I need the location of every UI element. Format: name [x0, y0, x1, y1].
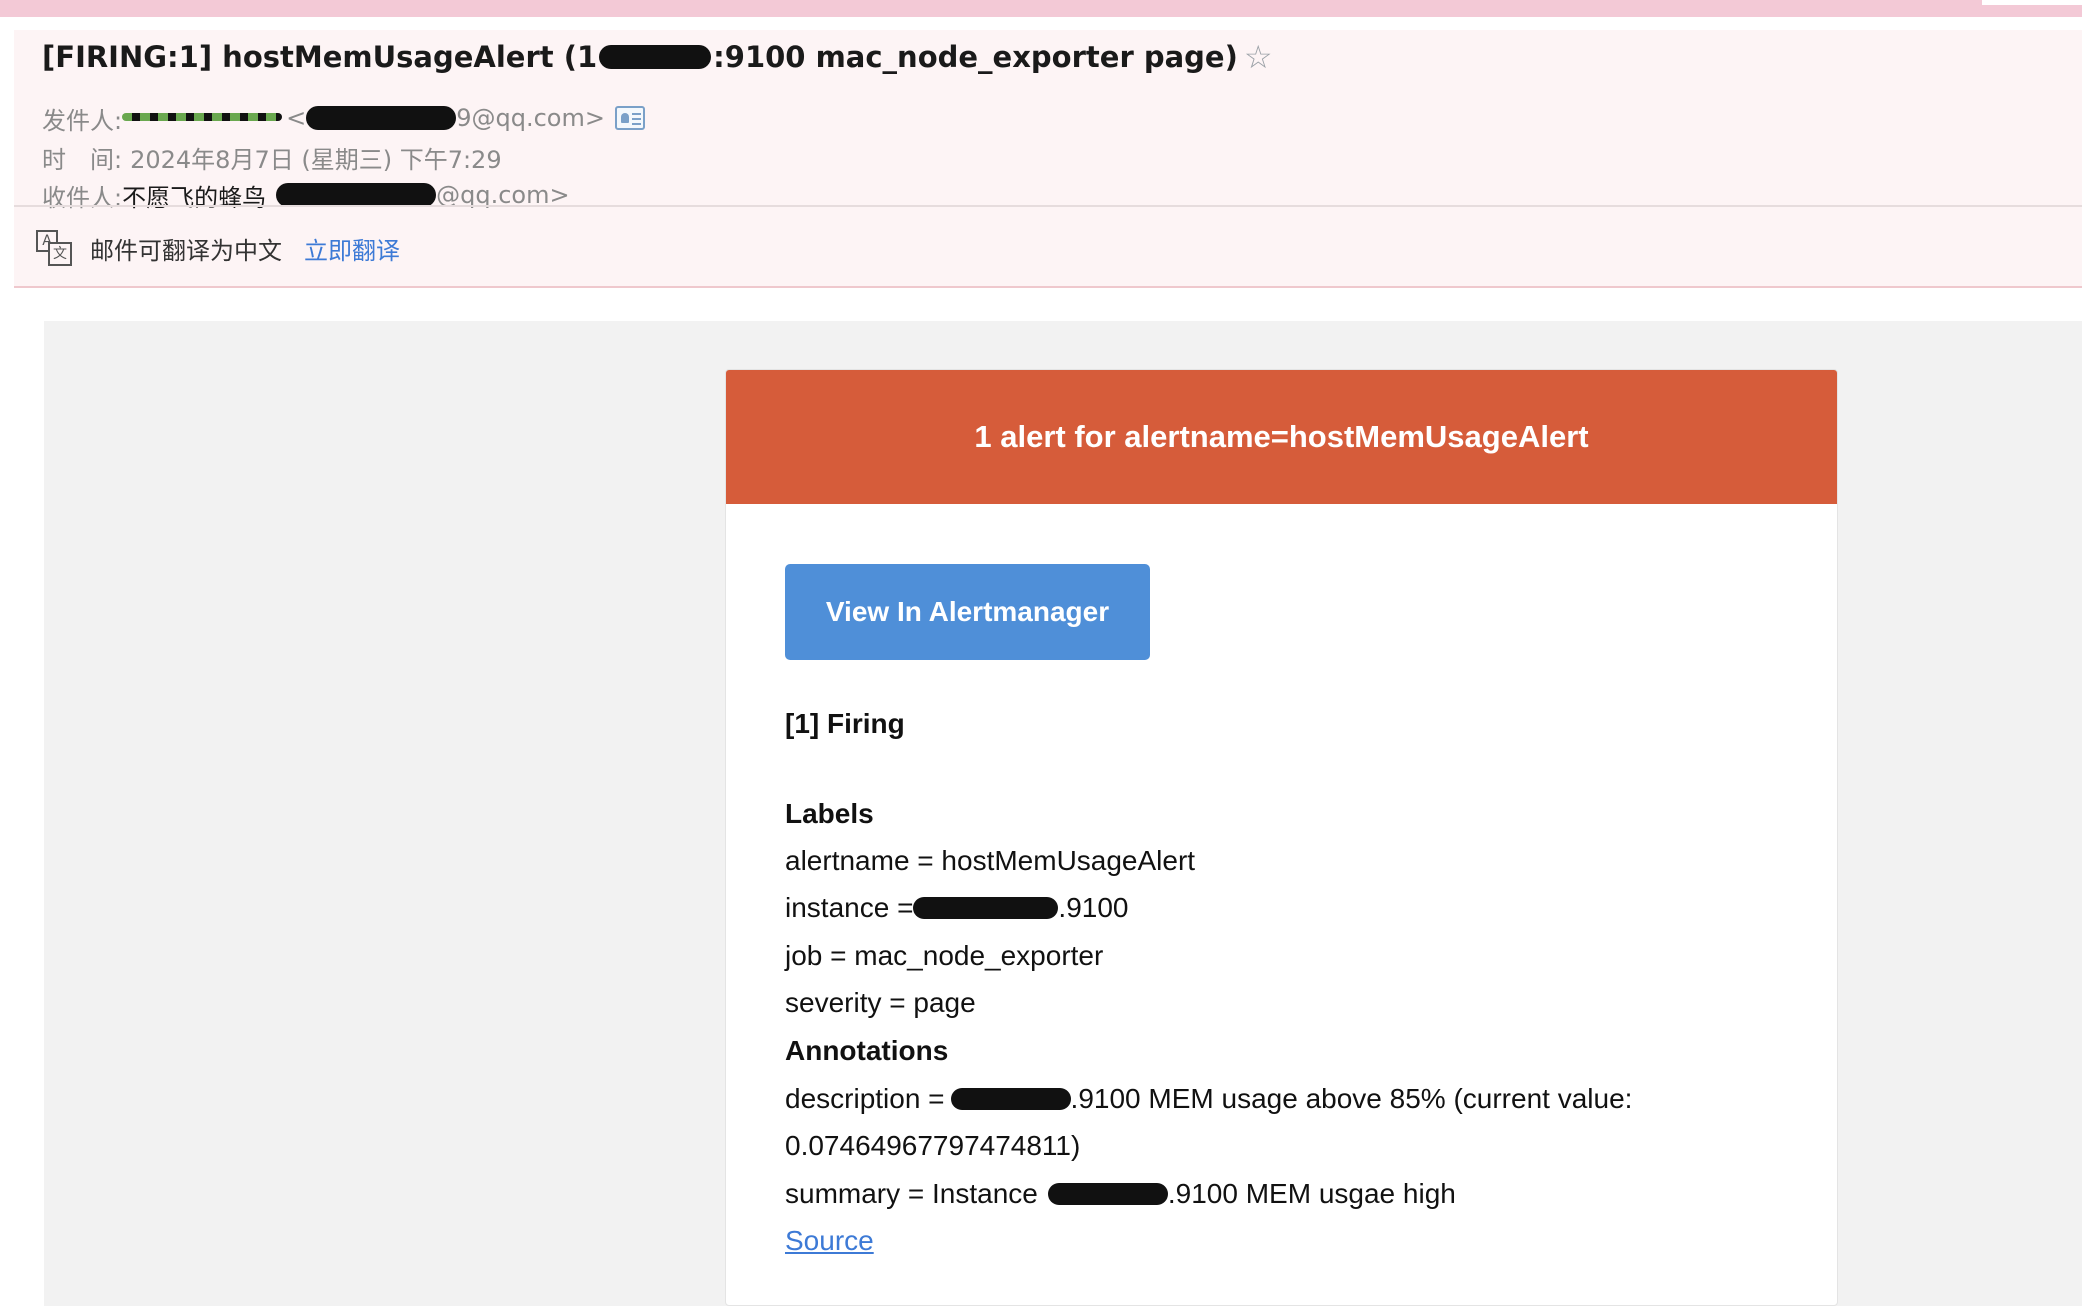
redacted-ip	[599, 45, 712, 69]
redacted-sender-address	[306, 106, 457, 130]
annotation-description-suffix: .9100 MEM usage above 85% (current value…	[1070, 1083, 1633, 1114]
redacted-description-instance	[950, 1088, 1071, 1110]
contact-card-icon[interactable]	[614, 106, 645, 130]
redacted-summary-instance	[1047, 1183, 1168, 1205]
mail-header: [FIRING:1] hostMemUsageAlert (1 :9100 ma…	[14, 30, 2082, 288]
translate-now-link[interactable]: 立即翻译	[304, 231, 400, 266]
star-icon[interactable]: ☆	[1244, 38, 1273, 76]
label-job: job = mac_node_exporter	[785, 940, 1104, 971]
source-link[interactable]: Source	[785, 1225, 874, 1257]
window-top-strip	[0, 0, 2082, 17]
redacted-recipient-address	[276, 183, 437, 207]
label-severity: severity = page	[785, 987, 976, 1018]
time-label: 时 间:	[42, 145, 123, 174]
subject-suffix: :9100 mac_node_exporter page)	[713, 40, 1238, 74]
translate-text: 邮件可翻译为中文	[90, 236, 282, 265]
label-instance: instance = .9100	[785, 888, 1129, 928]
header-divider	[14, 205, 2082, 207]
to-label: 收件人:	[42, 183, 123, 212]
label-alertname: alertname = hostMemUsageAlert	[785, 845, 1196, 876]
annotation-description-prefix: description =	[785, 1083, 945, 1114]
from-address[interactable]: 9@qq.com>	[456, 104, 605, 132]
translate-icon: A 文	[36, 230, 72, 266]
label-instance-suffix: .9100	[1058, 892, 1129, 923]
from-sender-open: <	[286, 104, 307, 132]
email-subject: [FIRING:1] hostMemUsageAlert (1 :9100 ma…	[42, 34, 1273, 80]
redacted-sender-name	[122, 107, 283, 129]
annotation-description: description = .9100 MEM usage above 85% …	[785, 1079, 1632, 1119]
firing-heading: [1] Firing	[785, 708, 905, 739]
to-row: 收件人: 不愿飞的蜂鸟 @qq.com>	[42, 177, 570, 213]
top-gap	[0, 17, 2082, 30]
annotation-description-value: 0.07464967797474811)	[785, 1130, 1081, 1161]
source-row: Source	[785, 1221, 874, 1261]
view-in-alertmanager-button[interactable]: View In Alertmanager	[785, 564, 1150, 660]
top-strip-end	[1982, 0, 2082, 5]
redacted-instance	[913, 897, 1059, 919]
alert-card: 1 alert for alertname=hostMemUsageAlert …	[725, 369, 1838, 1306]
time-value: 2024年8月7日 (星期三) 下午7:29	[130, 145, 502, 174]
alert-header: 1 alert for alertname=hostMemUsageAlert	[726, 370, 1837, 504]
translate-bar: A 文 邮件可翻译为中文 立即翻译	[36, 226, 400, 270]
subject-prefix: [FIRING:1] hostMemUsageAlert (1	[42, 40, 598, 74]
label-instance-prefix: instance =	[785, 892, 914, 923]
from-row: 发件人: < 9@qq.com>	[42, 100, 645, 136]
from-label: 发件人:	[42, 106, 123, 135]
annotation-summary-suffix: .9100 MEM usgae high	[1167, 1178, 1456, 1209]
labels-heading: Labels	[785, 798, 874, 829]
to-name[interactable]: 不愿飞的蜂鸟	[122, 178, 266, 213]
annotation-summary-prefix: summary = Instance	[785, 1178, 1038, 1209]
time-row: 时 间: 2024年8月7日 (星期三) 下午7:29	[42, 139, 502, 175]
annotation-summary: summary = Instance .9100 MEM usgae high	[785, 1174, 1456, 1214]
annotations-heading: Annotations	[785, 1035, 949, 1066]
